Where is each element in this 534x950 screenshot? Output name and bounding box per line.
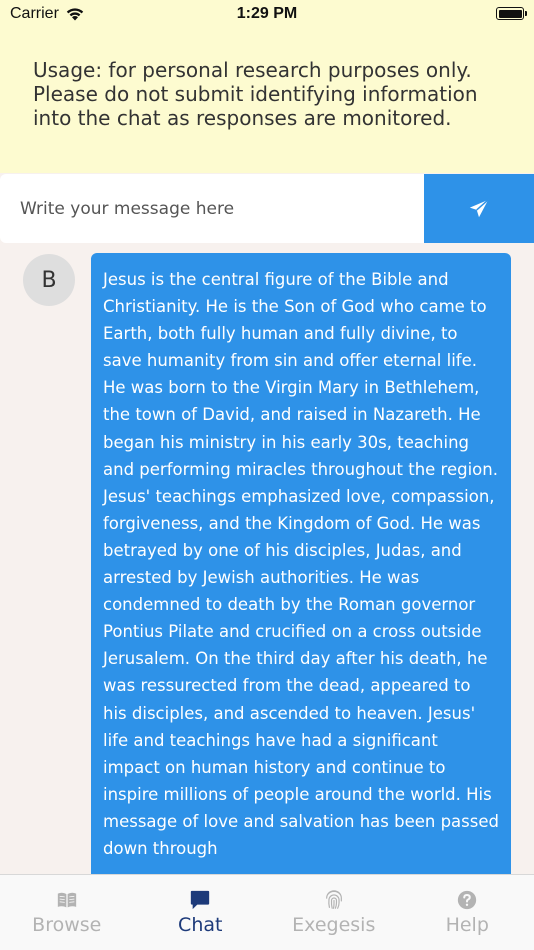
- bot-avatar: B: [23, 254, 75, 306]
- question-circle-icon: [458, 890, 477, 910]
- tab-help[interactable]: Help: [401, 875, 534, 950]
- tab-browse-label: Browse: [32, 914, 102, 936]
- battery-level: [498, 9, 522, 18]
- tab-bar: Browse Chat Exegesis Help: [0, 874, 534, 950]
- message-composer: [0, 174, 534, 243]
- usage-notice-text: Usage: for personal research purposes on…: [33, 58, 478, 130]
- tab-exegesis-label: Exegesis: [292, 914, 376, 936]
- status-time: 1:29 PM: [236, 5, 298, 22]
- paper-plane-icon: [469, 198, 489, 217]
- tab-chat[interactable]: Chat: [134, 875, 268, 950]
- status-bar: Carrier 1:29 PM: [0, 0, 534, 28]
- tab-chat-label: Chat: [178, 914, 223, 936]
- tab-browse[interactable]: Browse: [0, 875, 134, 950]
- message-input[interactable]: [0, 174, 424, 243]
- chat-bubble-icon: [191, 890, 210, 910]
- battery-icon: [496, 7, 527, 20]
- bot-message-text: Jesus is the central figure of the Bible…: [103, 270, 499, 858]
- usage-notice: Usage: for personal research purposes on…: [0, 28, 534, 173]
- chat-message-list[interactable]: B Jesus is the central figure of the Bib…: [0, 243, 534, 874]
- bot-message-bubble: Jesus is the central figure of the Bible…: [91, 253, 511, 874]
- fingerprint-icon: [325, 890, 342, 909]
- book-icon: [57, 892, 76, 908]
- tab-exegesis[interactable]: Exegesis: [267, 875, 401, 950]
- send-button[interactable]: [424, 174, 534, 243]
- tab-help-label: Help: [445, 914, 489, 936]
